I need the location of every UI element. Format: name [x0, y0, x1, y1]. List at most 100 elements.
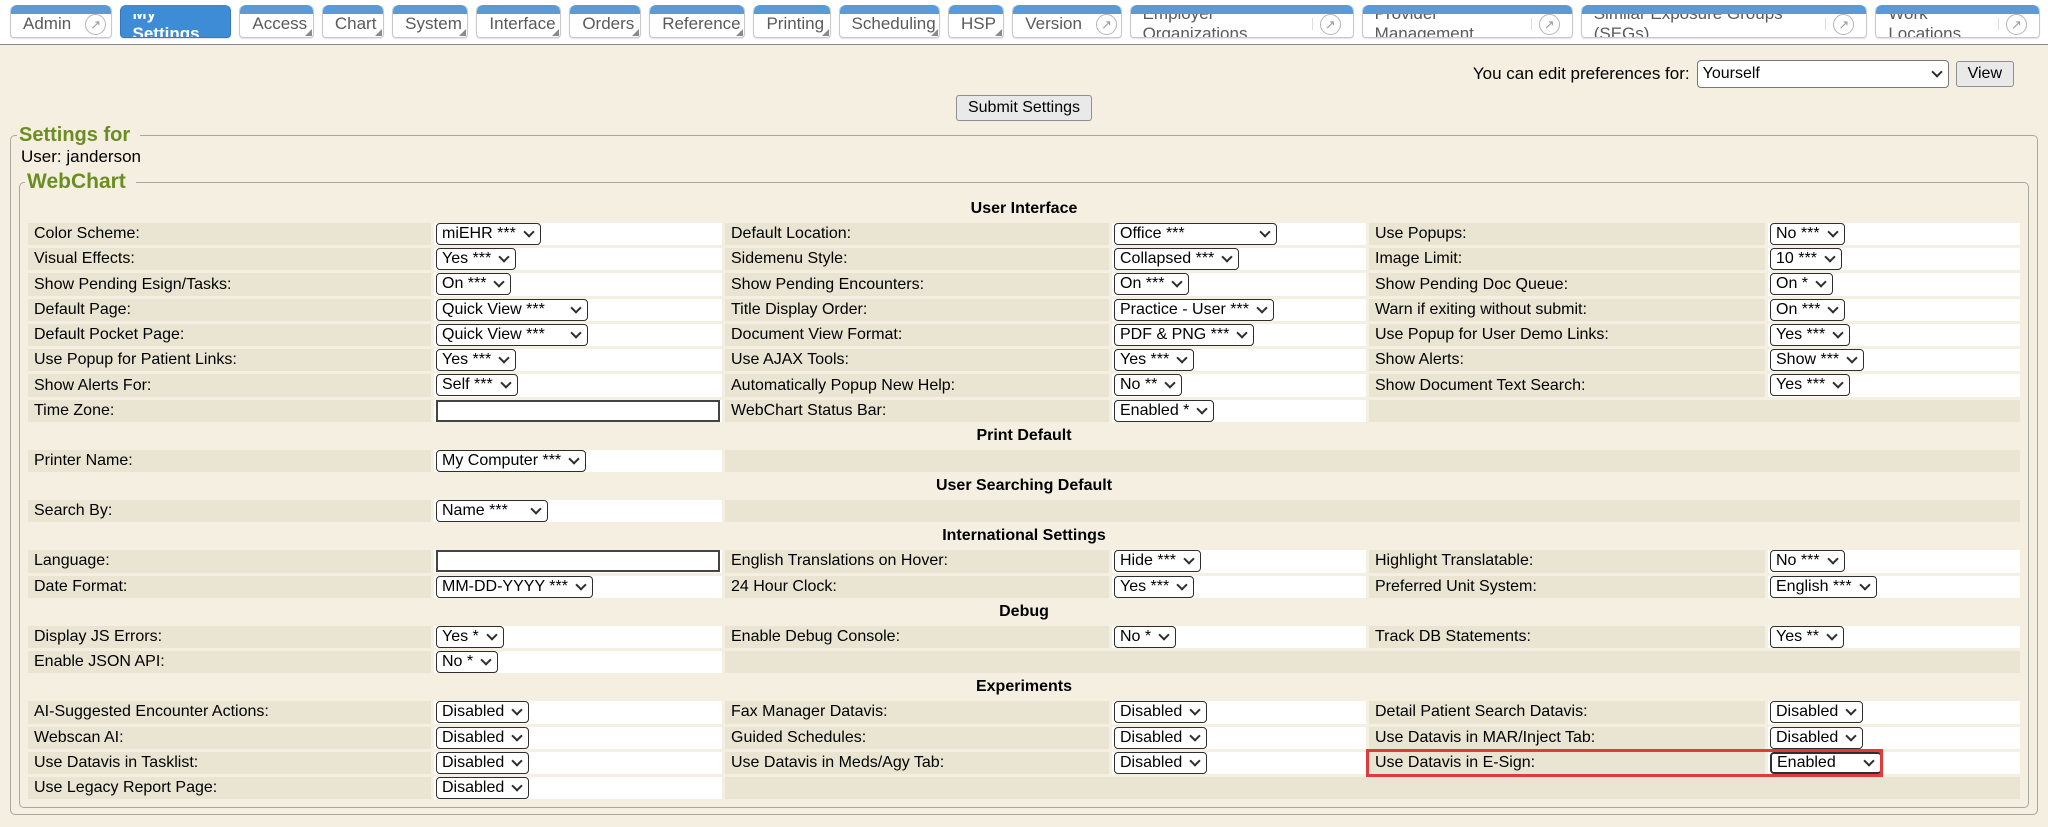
setting-select-visual-effects[interactable]: Yes *** [436, 248, 516, 270]
dropdown-arrow-icon [1190, 730, 1201, 741]
setting-select-webscan-ai[interactable]: Disabled [436, 727, 529, 749]
setting-select-detail-patient-search-datavis[interactable]: Disabled [1770, 701, 1863, 723]
setting-select-english-translations-on-hover[interactable]: Hide *** [1114, 550, 1201, 572]
tab-employer-organizations[interactable]: Employer Organizations↗ [1130, 5, 1354, 38]
setting-label: Image Limit: [1369, 248, 1765, 270]
setting-label: Show Pending Esign/Tasks: [28, 273, 431, 295]
setting-select-use-datavis-in-mar-inject-tab[interactable]: Disabled [1770, 727, 1863, 749]
setting-select-document-view-format[interactable]: PDF & PNG *** [1114, 324, 1254, 346]
setting-select-image-limit[interactable]: 10 *** [1770, 248, 1842, 270]
tab-reference[interactable]: Reference [649, 5, 745, 38]
submenu-corner-icon [632, 29, 639, 36]
select-value: Quick View *** [442, 299, 545, 321]
tab-orders[interactable]: Orders [569, 5, 641, 38]
tab-accent-strip [650, 5, 744, 14]
external-link-icon[interactable]: ↗ [1833, 14, 1854, 35]
setting-select-use-legacy-report-page[interactable]: Disabled [436, 777, 529, 799]
setting-select-use-popup-for-user-demo-links[interactable]: Yes *** [1770, 324, 1850, 346]
setting-select-use-datavis-in-e-sign[interactable]: Enabled [1770, 752, 1882, 774]
select-value: Enabled [1777, 752, 1836, 774]
external-link-icon[interactable]: ↗ [2006, 14, 2027, 35]
setting-select-show-alerts[interactable]: Show *** [1770, 349, 1864, 371]
setting-select-track-db-statements[interactable]: Yes ** [1770, 626, 1844, 648]
dropdown-arrow-icon [523, 226, 534, 237]
setting-select-use-popup-for-patient-links[interactable]: Yes *** [436, 349, 516, 371]
setting-select-ai-suggested-encounter-actions[interactable]: Disabled [436, 701, 529, 723]
tab-provider-management[interactable]: Provider Management↗ [1362, 5, 1573, 38]
tab-accent-strip [121, 5, 231, 14]
submit-settings-button[interactable]: Submit Settings [956, 95, 1092, 121]
setting-select-enable-debug-console[interactable]: No * [1114, 626, 1176, 648]
setting-select-sidemenu-style[interactable]: Collapsed *** [1114, 248, 1239, 270]
tab-divider [1531, 18, 1532, 30]
select-value: Disabled [1776, 727, 1838, 749]
tab-version[interactable]: Version↗ [1012, 5, 1121, 38]
setting-select-use-ajax-tools[interactable]: Yes *** [1114, 349, 1194, 371]
tab-hsp[interactable]: HSP [948, 5, 1004, 38]
setting-select-date-format[interactable]: MM-DD-YYYY *** [436, 576, 593, 598]
tab-label: Chart [335, 14, 377, 34]
dropdown-arrow-icon [1833, 327, 1844, 338]
setting-select-use-datavis-in-tasklist[interactable]: Disabled [436, 752, 529, 774]
setting-select-guided-schedules[interactable]: Disabled [1114, 727, 1207, 749]
setting-input-language[interactable] [436, 550, 720, 572]
tab-admin[interactable]: Admin↗ [10, 5, 112, 38]
submenu-corner-icon [736, 29, 743, 36]
setting-select-printer-name[interactable]: My Computer *** [436, 450, 586, 472]
setting-select-show-document-text-search[interactable]: Yes *** [1770, 374, 1850, 396]
setting-label: Sidemenu Style: [725, 248, 1109, 270]
external-link-icon[interactable]: ↗ [1539, 14, 1560, 35]
setting-select-default-page[interactable]: Quick View *** [436, 299, 588, 321]
preferences-user-select[interactable]: Yourself [1697, 60, 1949, 88]
setting-select-24-hour-clock[interactable]: Yes *** [1114, 576, 1194, 598]
setting-select-enable-json-api[interactable]: No * [436, 651, 498, 673]
select-value: Yes *** [1776, 374, 1825, 396]
setting-select-show-pending-doc-queue[interactable]: On * [1770, 273, 1833, 295]
view-button[interactable]: View [1956, 61, 2014, 87]
setting-select-display-js-errors[interactable]: Yes * [436, 626, 504, 648]
tab-access[interactable]: Access [239, 5, 313, 38]
select-value: Yes *** [1776, 324, 1825, 346]
setting-select-default-location[interactable]: Office *** [1114, 223, 1277, 245]
setting-select-show-pending-encounters[interactable]: On *** [1114, 273, 1189, 295]
setting-select-default-pocket-page[interactable]: Quick View *** [436, 324, 588, 346]
tab-my-settings[interactable]: My Settings [120, 5, 232, 38]
select-value: Disabled [442, 752, 504, 774]
setting-select-warn-if-exiting-without-submit[interactable]: On *** [1770, 299, 1845, 321]
tab-similar-exposure-groups-segs[interactable]: Similar Exposure Groups (SEGs)↗ [1581, 5, 1868, 38]
external-link-icon[interactable]: ↗ [1320, 14, 1341, 35]
setting-select-use-datavis-in-meds-agy-tab[interactable]: Disabled [1114, 752, 1207, 774]
setting-select-automatically-popup-new-help[interactable]: No ** [1114, 374, 1182, 396]
setting-value-cell: Disabled [434, 752, 722, 774]
setting-select-fax-manager-datavis[interactable]: Disabled [1114, 701, 1207, 723]
setting-value-cell: Yes *** [1768, 374, 2020, 396]
setting-select-search-by[interactable]: Name *** [436, 500, 548, 522]
dropdown-arrow-icon [1863, 755, 1874, 766]
setting-label: Use Popups: [1369, 223, 1765, 245]
setting-select-highlight-translatable[interactable]: No *** [1770, 550, 1845, 572]
tab-work-locations[interactable]: Work Locations↗ [1875, 5, 2040, 38]
select-value: English *** [1776, 576, 1852, 598]
tab-chart[interactable]: Chart [322, 5, 384, 38]
tab-printing[interactable]: Printing [753, 5, 830, 38]
external-link-icon[interactable]: ↗ [1096, 14, 1117, 35]
external-link-icon[interactable]: ↗ [85, 14, 106, 35]
tab-system[interactable]: System [392, 5, 468, 38]
setting-value-cell: No *** [1768, 550, 2020, 572]
setting-value-cell: Disabled [1112, 727, 1366, 749]
tab-scheduling[interactable]: Scheduling [839, 5, 940, 38]
setting-select-preferred-unit-system[interactable]: English *** [1770, 576, 1877, 598]
dropdown-arrow-icon [1833, 378, 1844, 389]
tab-accent-strip [11, 5, 111, 14]
setting-select-webchart-status-bar[interactable]: Enabled * [1114, 400, 1214, 422]
setting-label: Enable JSON API: [28, 651, 431, 673]
setting-value-cell: Show *** [1768, 349, 2020, 371]
setting-select-show-alerts-for[interactable]: Self *** [436, 374, 518, 396]
setting-select-show-pending-esign-tasks[interactable]: On *** [436, 273, 511, 295]
setting-select-title-display-order[interactable]: Practice - User *** [1114, 299, 1274, 321]
setting-select-use-popups[interactable]: No *** [1770, 223, 1845, 245]
setting-select-color-scheme[interactable]: miEHR *** [436, 223, 541, 245]
tab-interface[interactable]: Interface [476, 5, 561, 38]
setting-value-cell: Enabled * [1112, 400, 1366, 422]
setting-input-time-zone[interactable] [436, 400, 720, 422]
